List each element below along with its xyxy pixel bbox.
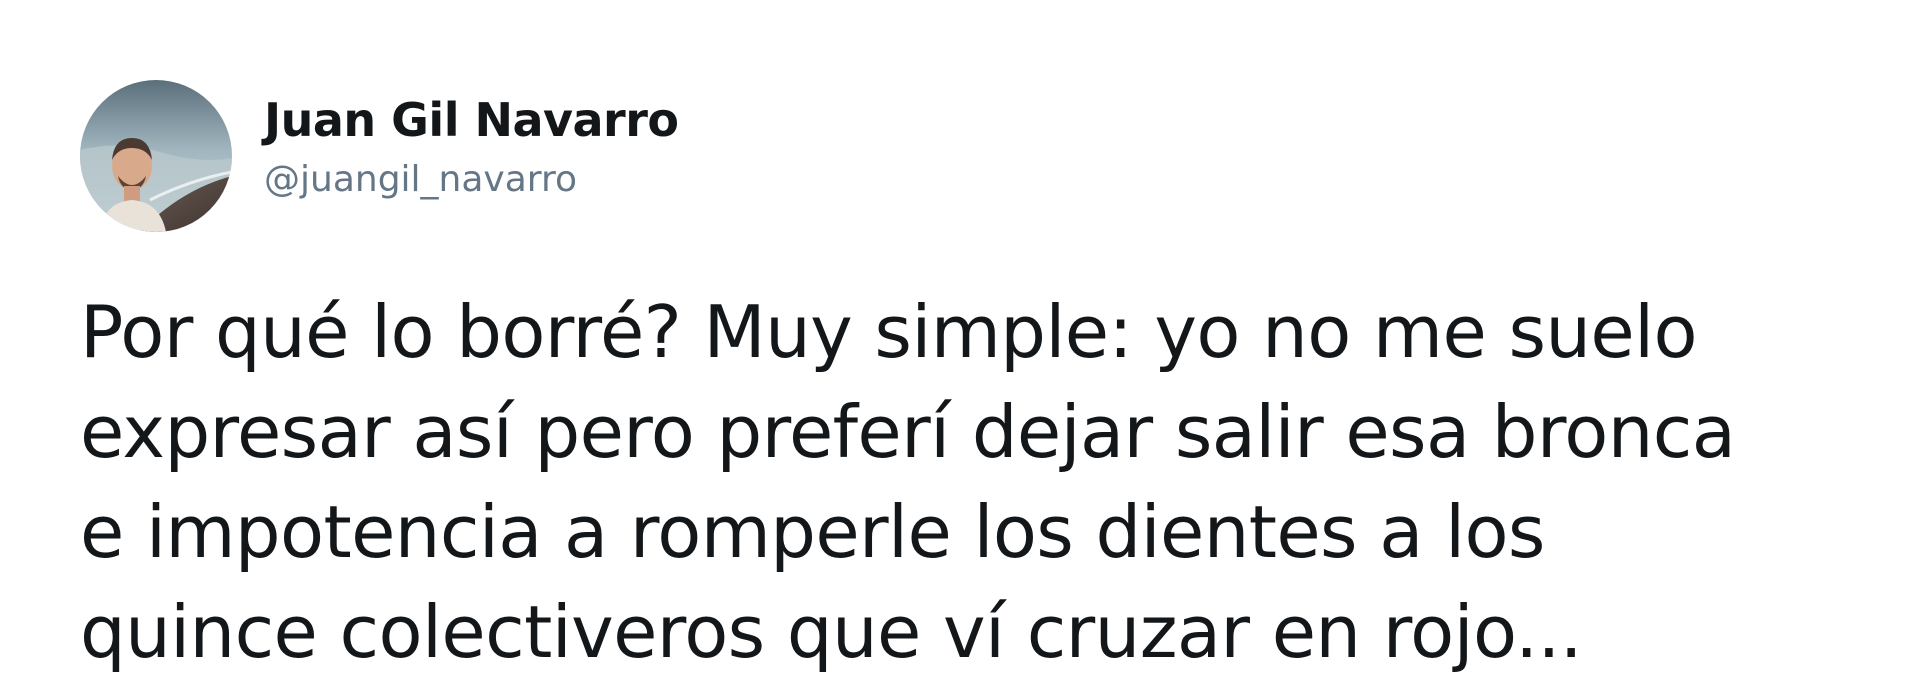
display-name[interactable]: Juan Gil Navarro	[264, 92, 679, 148]
tweet-card: Juan Gil Navarro @juangil_navarro Por qu…	[0, 0, 1920, 686]
tweet-text-line: Por qué lo borré? Muy simple: yo no me s…	[80, 290, 1698, 374]
tweet-text: Por qué lo borré? Muy simple: yo no me s…	[80, 282, 1880, 682]
tweet-text-line: quince colectiveros que ví cruzar en roj…	[80, 590, 1583, 674]
avatar[interactable]	[80, 80, 232, 232]
tweet-text-line: e impotencia a romperle los dientes a lo…	[80, 490, 1545, 574]
tweet-text-line: expresar así pero preferí dejar salir es…	[80, 390, 1736, 474]
user-handle[interactable]: @juangil_navarro	[264, 158, 679, 202]
profile-photo-icon	[80, 80, 232, 232]
user-info: Juan Gil Navarro @juangil_navarro	[264, 92, 679, 202]
